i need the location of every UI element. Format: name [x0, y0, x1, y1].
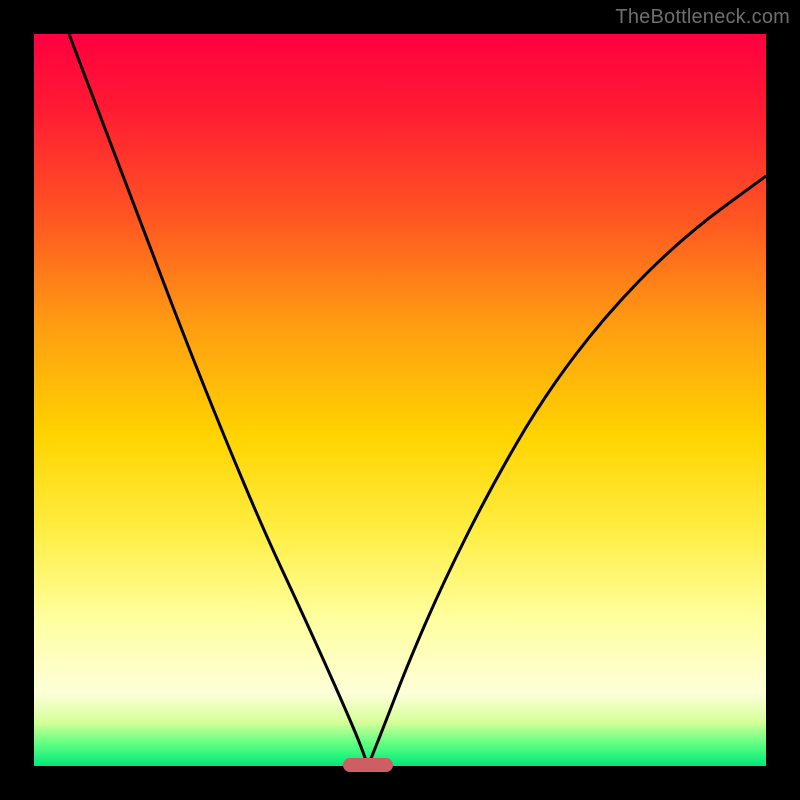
curves-layer: [34, 34, 766, 766]
watermark-text: TheBottleneck.com: [615, 6, 790, 29]
bottleneck-marker: [343, 758, 393, 772]
chart-frame: TheBottleneck.com: [0, 0, 800, 800]
plot-area: [34, 34, 766, 766]
right-curve: [368, 176, 766, 766]
left-curve: [69, 34, 368, 766]
